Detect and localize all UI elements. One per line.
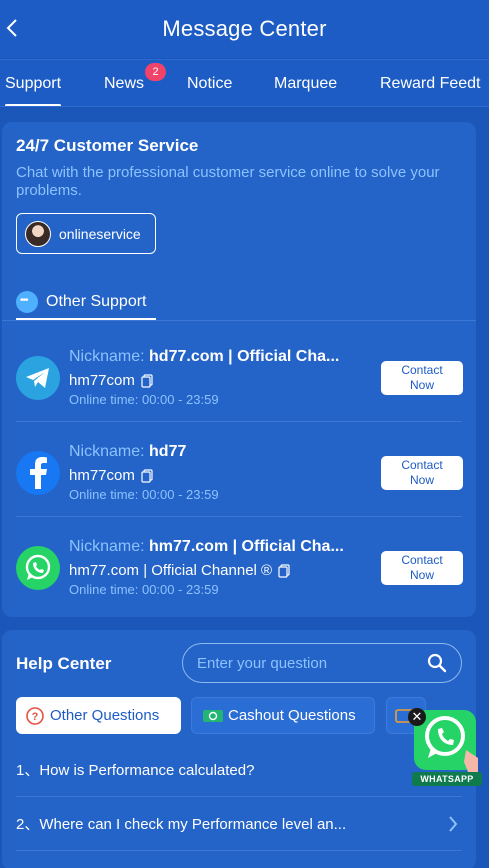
- customer-service-card: 24/7 Customer Service Chat with the prof…: [2, 122, 476, 617]
- copy-icon[interactable]: [141, 468, 153, 483]
- faq-text: 2、Where can I check my Performance level…: [16, 816, 347, 833]
- whatsapp-label: WHATSAPP: [412, 772, 482, 786]
- copy-icon[interactable]: [141, 373, 153, 388]
- faq-text: 1、How is Performance calculated?: [16, 762, 255, 779]
- tab-reward-feedback[interactable]: Reward Feedt: [380, 60, 481, 106]
- facebook-icon: [16, 451, 60, 495]
- contact-now-button[interactable]: Contact Now: [381, 361, 463, 395]
- contact-nickname: Nickname: hd77: [69, 443, 187, 460]
- search-box: [182, 643, 462, 683]
- copy-icon[interactable]: [278, 563, 290, 578]
- chat-bubble-icon: [16, 291, 38, 313]
- tab-other-support[interactable]: Other Support: [16, 285, 147, 319]
- customer-service-title: 24/7 Customer Service: [16, 136, 199, 155]
- tab-other-questions[interactable]: ? Other Questions: [16, 697, 181, 734]
- help-center-card: Help Center ? Other Questions Cashout Qu…: [2, 630, 476, 868]
- page-title: Message Center: [162, 16, 327, 41]
- search-input[interactable]: [197, 654, 417, 672]
- contact-online-time: Online time: 00:00 - 23:59: [69, 487, 219, 502]
- online-service-label: onlineservice: [59, 225, 141, 242]
- tab-support[interactable]: Support: [5, 60, 62, 106]
- chevron-right-icon: [448, 815, 458, 837]
- tab-label: Cashout Questions: [228, 707, 356, 724]
- contact-now-button[interactable]: Contact Now: [381, 456, 463, 490]
- telegram-icon: [16, 356, 60, 400]
- contact-online-time: Online time: 00:00 - 23:59: [69, 392, 219, 407]
- faq-item[interactable]: 2、Where can I check my Performance level…: [16, 797, 462, 851]
- tab-bar: Support News 2 Notice Marquee Reward Fee…: [0, 59, 489, 107]
- customer-service-description: Chat with the professional customer serv…: [16, 164, 440, 199]
- contact-account: hm77com: [69, 372, 153, 389]
- contact-now-button[interactable]: Contact Now: [381, 551, 463, 585]
- svg-text:?: ?: [32, 711, 39, 723]
- online-service-button[interactable]: onlineservice: [16, 213, 156, 254]
- contact-row-whatsapp: Nickname: hm77.com | Official Cha... hm7…: [16, 518, 463, 612]
- tab-label: Other Questions: [50, 707, 160, 724]
- contact-online-time: Online time: 00:00 - 23:59: [69, 582, 219, 597]
- contact-account: hm77.com | Official Channel ®: [69, 562, 290, 579]
- help-center-title: Help Center: [16, 654, 112, 673]
- news-count-badge: 2: [145, 63, 166, 81]
- search-icon[interactable]: [427, 653, 447, 673]
- tab-cashout-questions[interactable]: Cashout Questions: [191, 697, 375, 734]
- header: Message Center: [0, 0, 489, 58]
- close-icon[interactable]: ✕: [408, 708, 426, 726]
- contact-account: hm77com: [69, 467, 153, 484]
- whatsapp-icon: [16, 546, 60, 590]
- question-circle-icon: ?: [26, 706, 44, 725]
- back-arrow-icon[interactable]: [4, 16, 20, 40]
- other-support-label: Other Support: [46, 293, 147, 310]
- whatsapp-floating-button[interactable]: ✕ WHATSAPP: [408, 706, 484, 786]
- contact-nickname: Nickname: hd77.com | Official Cha...: [69, 348, 340, 365]
- faq-item[interactable]: 1、How is Performance calculated?: [16, 743, 462, 797]
- contact-row-facebook: Nickname: hd77 hm77com Online time: 00:0…: [16, 423, 463, 517]
- tab-notice[interactable]: Notice: [187, 60, 232, 106]
- avatar: [25, 220, 51, 247]
- tab-news[interactable]: News: [104, 60, 144, 106]
- contact-nickname: Nickname: hm77.com | Official Cha...: [69, 538, 344, 555]
- divider: [2, 320, 476, 321]
- contact-row-telegram: Nickname: hd77.com | Official Cha... hm7…: [16, 328, 463, 422]
- tab-marquee[interactable]: Marquee: [274, 60, 337, 106]
- cash-icon: [202, 708, 224, 724]
